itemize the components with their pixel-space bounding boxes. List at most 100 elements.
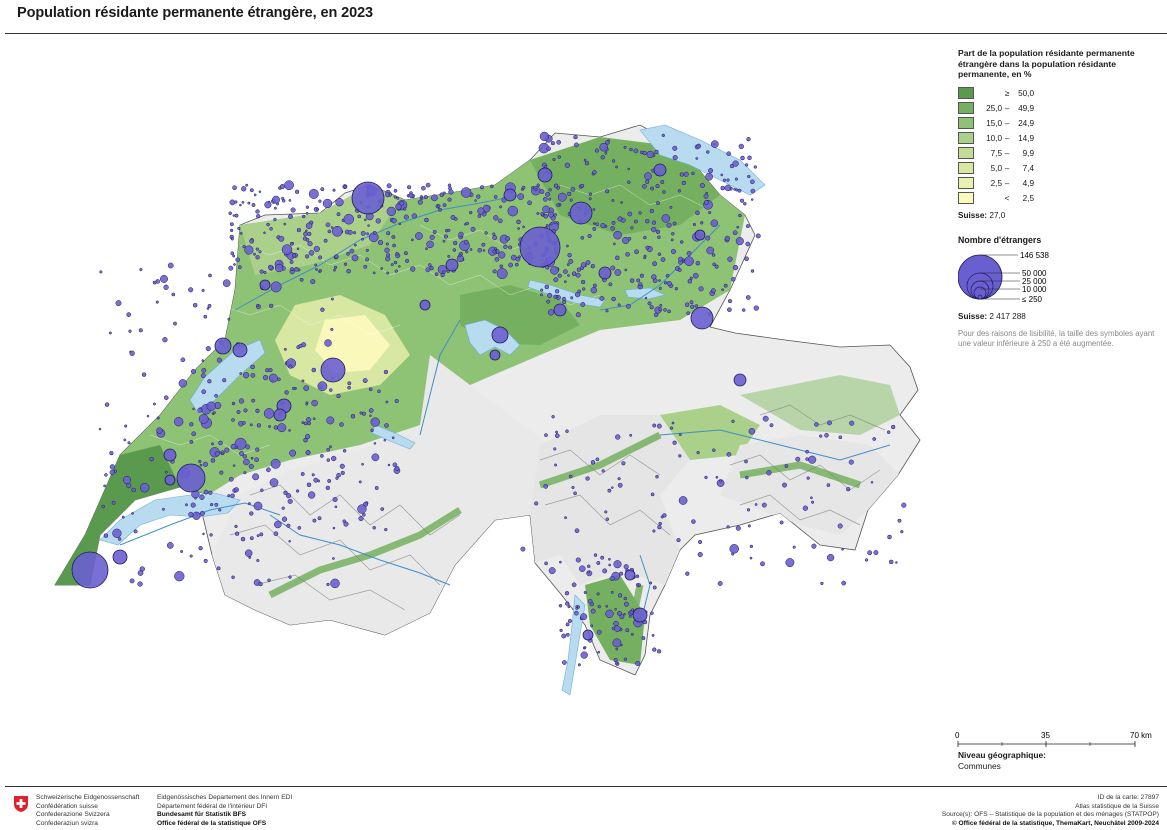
commune-symbol bbox=[901, 502, 907, 508]
commune-symbol bbox=[273, 408, 287, 422]
commune-symbol bbox=[234, 200, 238, 204]
commune-symbol bbox=[380, 507, 385, 511]
commune-symbol bbox=[731, 552, 735, 556]
commune-symbol bbox=[343, 262, 348, 266]
commune-symbol bbox=[611, 296, 616, 302]
commune-symbol bbox=[263, 408, 275, 419]
commune-symbol bbox=[689, 300, 694, 305]
commune-symbol bbox=[276, 202, 280, 206]
commune-symbol bbox=[385, 400, 389, 404]
commune-symbol bbox=[232, 214, 236, 217]
commune-symbol bbox=[371, 453, 380, 462]
commune-symbol bbox=[180, 550, 184, 553]
commune-symbol bbox=[657, 235, 661, 239]
commune-symbol bbox=[653, 163, 667, 177]
commune-symbol bbox=[681, 180, 686, 186]
commune-symbol bbox=[201, 288, 205, 292]
commune-symbol bbox=[210, 458, 216, 463]
commune-symbol bbox=[605, 604, 609, 608]
commune-symbol bbox=[551, 415, 555, 419]
commune-symbol bbox=[553, 221, 557, 225]
commune-symbol bbox=[649, 581, 653, 585]
commune-symbol bbox=[734, 177, 738, 181]
commune-symbol bbox=[477, 207, 485, 215]
commune-symbol bbox=[189, 554, 193, 558]
commune-symbol bbox=[479, 185, 485, 190]
commune-symbol bbox=[256, 423, 262, 428]
commune-symbol bbox=[268, 368, 273, 373]
footer-line: Bundesamt für Statistik BFS bbox=[157, 811, 247, 818]
commune-symbol bbox=[256, 558, 260, 563]
commune-symbol bbox=[234, 213, 239, 218]
commune-symbol bbox=[802, 505, 809, 511]
commune-symbol bbox=[287, 498, 293, 504]
commune-symbol bbox=[733, 373, 747, 387]
commune-symbol bbox=[534, 187, 538, 192]
commune-symbol bbox=[244, 549, 253, 557]
commune-symbol bbox=[442, 191, 446, 195]
commune-symbol bbox=[571, 485, 575, 490]
commune-symbol bbox=[334, 505, 338, 509]
commune-symbol bbox=[503, 244, 508, 249]
commune-symbol bbox=[137, 570, 144, 576]
commune-symbol bbox=[353, 231, 357, 235]
commune-symbol bbox=[361, 237, 364, 241]
commune-symbol bbox=[695, 210, 700, 216]
commune-symbol bbox=[494, 256, 500, 262]
commune-symbol bbox=[557, 155, 561, 159]
commune-symbol bbox=[694, 229, 706, 241]
commune-symbol bbox=[590, 287, 597, 294]
footer-credits: ID de la carte: 27897 Atlas statistique … bbox=[942, 794, 1159, 828]
commune-symbol bbox=[592, 170, 597, 175]
commune-symbol bbox=[259, 279, 271, 291]
commune-symbol bbox=[846, 487, 851, 492]
commune-symbol bbox=[313, 477, 319, 483]
commune-symbol bbox=[239, 232, 243, 235]
commune-symbol bbox=[339, 422, 344, 427]
commune-symbol bbox=[615, 661, 619, 665]
commune-symbol bbox=[243, 408, 248, 413]
commune-symbol bbox=[652, 261, 658, 267]
switzerland-map[interactable] bbox=[40, 115, 935, 715]
commune-symbol bbox=[545, 224, 549, 227]
commune-symbol bbox=[307, 241, 313, 247]
commune-symbol bbox=[623, 564, 629, 570]
commune-symbol bbox=[492, 249, 497, 254]
commune-symbol bbox=[595, 457, 600, 462]
commune-symbol bbox=[251, 203, 256, 207]
commune-symbol bbox=[891, 424, 896, 430]
commune-symbol bbox=[553, 303, 567, 317]
commune-symbol bbox=[239, 451, 244, 456]
commune-symbol bbox=[209, 533, 213, 537]
commune-symbol bbox=[330, 226, 334, 229]
commune-symbol bbox=[124, 424, 128, 428]
commune-symbol bbox=[750, 269, 755, 273]
commune-symbol bbox=[228, 476, 234, 482]
commune-symbol bbox=[156, 427, 163, 434]
commune-symbol bbox=[608, 282, 613, 287]
commune-symbol bbox=[214, 393, 218, 398]
commune-symbol bbox=[232, 185, 237, 191]
commune-symbol bbox=[329, 388, 333, 392]
commune-symbol bbox=[658, 286, 662, 290]
commune-symbol bbox=[656, 423, 662, 429]
commune-symbol bbox=[305, 254, 310, 259]
commune-symbol bbox=[288, 199, 292, 202]
commune-symbol bbox=[672, 221, 677, 226]
commune-symbol bbox=[242, 372, 250, 379]
commune-symbol bbox=[563, 269, 568, 274]
commune-symbol bbox=[760, 561, 765, 567]
commune-symbol bbox=[766, 470, 772, 476]
commune-symbol bbox=[286, 523, 291, 528]
commune-symbol bbox=[460, 187, 472, 198]
commune-symbol bbox=[283, 222, 287, 226]
commune-symbol bbox=[686, 311, 691, 316]
commune-symbol bbox=[314, 263, 318, 267]
commune-symbol bbox=[740, 155, 745, 161]
commune-symbol bbox=[363, 264, 368, 269]
commune-symbol bbox=[660, 257, 666, 262]
commune-symbol bbox=[419, 195, 424, 199]
commune-symbol bbox=[180, 357, 186, 363]
commune-symbol bbox=[623, 657, 628, 661]
commune-symbol bbox=[288, 540, 291, 543]
